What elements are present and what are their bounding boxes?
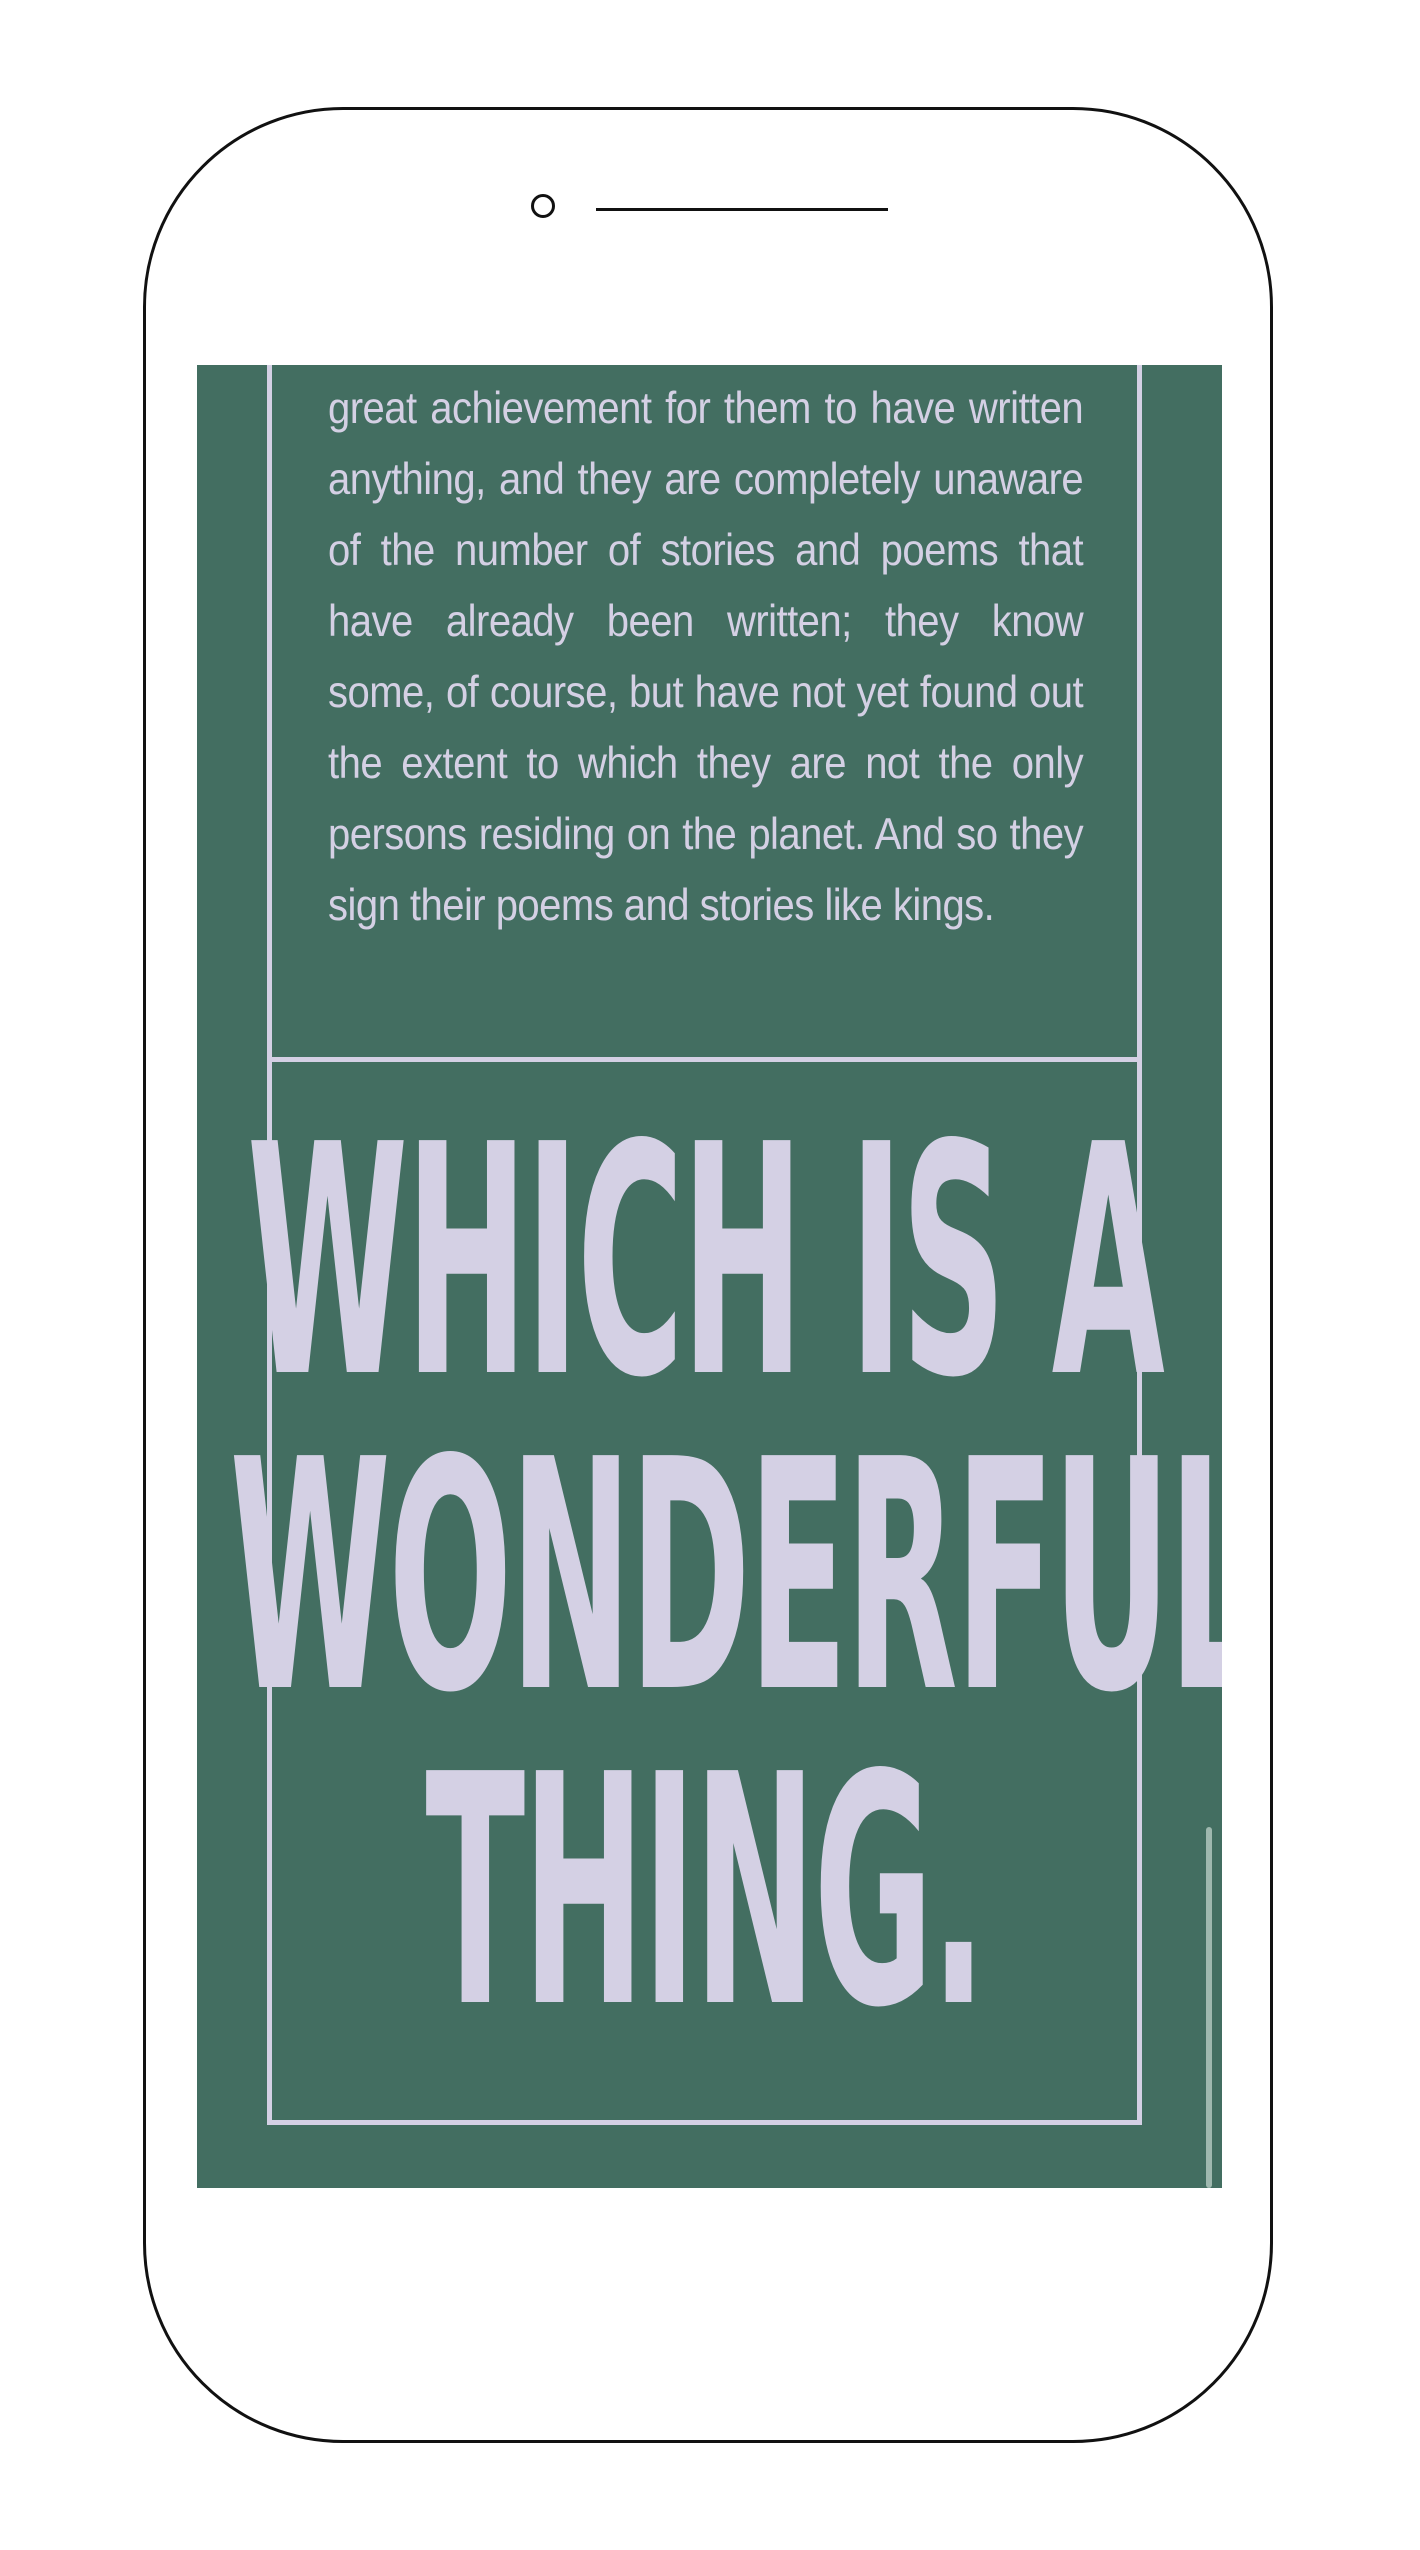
article-body-text: great achievement for them to have writt… [328,384,1084,930]
frame-bottom-border [267,2120,1142,2125]
phone-screen[interactable]: great achievement for them to have writt… [197,365,1222,2188]
frame-divider [267,1057,1142,1062]
headline-line: WONDERFUL [229,1392,1222,1762]
headline-line: THING. [425,1707,986,2077]
speaker-icon [596,208,888,211]
headline: WHICH IS A WONDERFUL THING. [230,1103,1222,2051]
scrollbar[interactable] [1206,1827,1212,2188]
headline-line: WHICH IS A [246,1077,1165,1447]
camera-icon [531,194,555,218]
